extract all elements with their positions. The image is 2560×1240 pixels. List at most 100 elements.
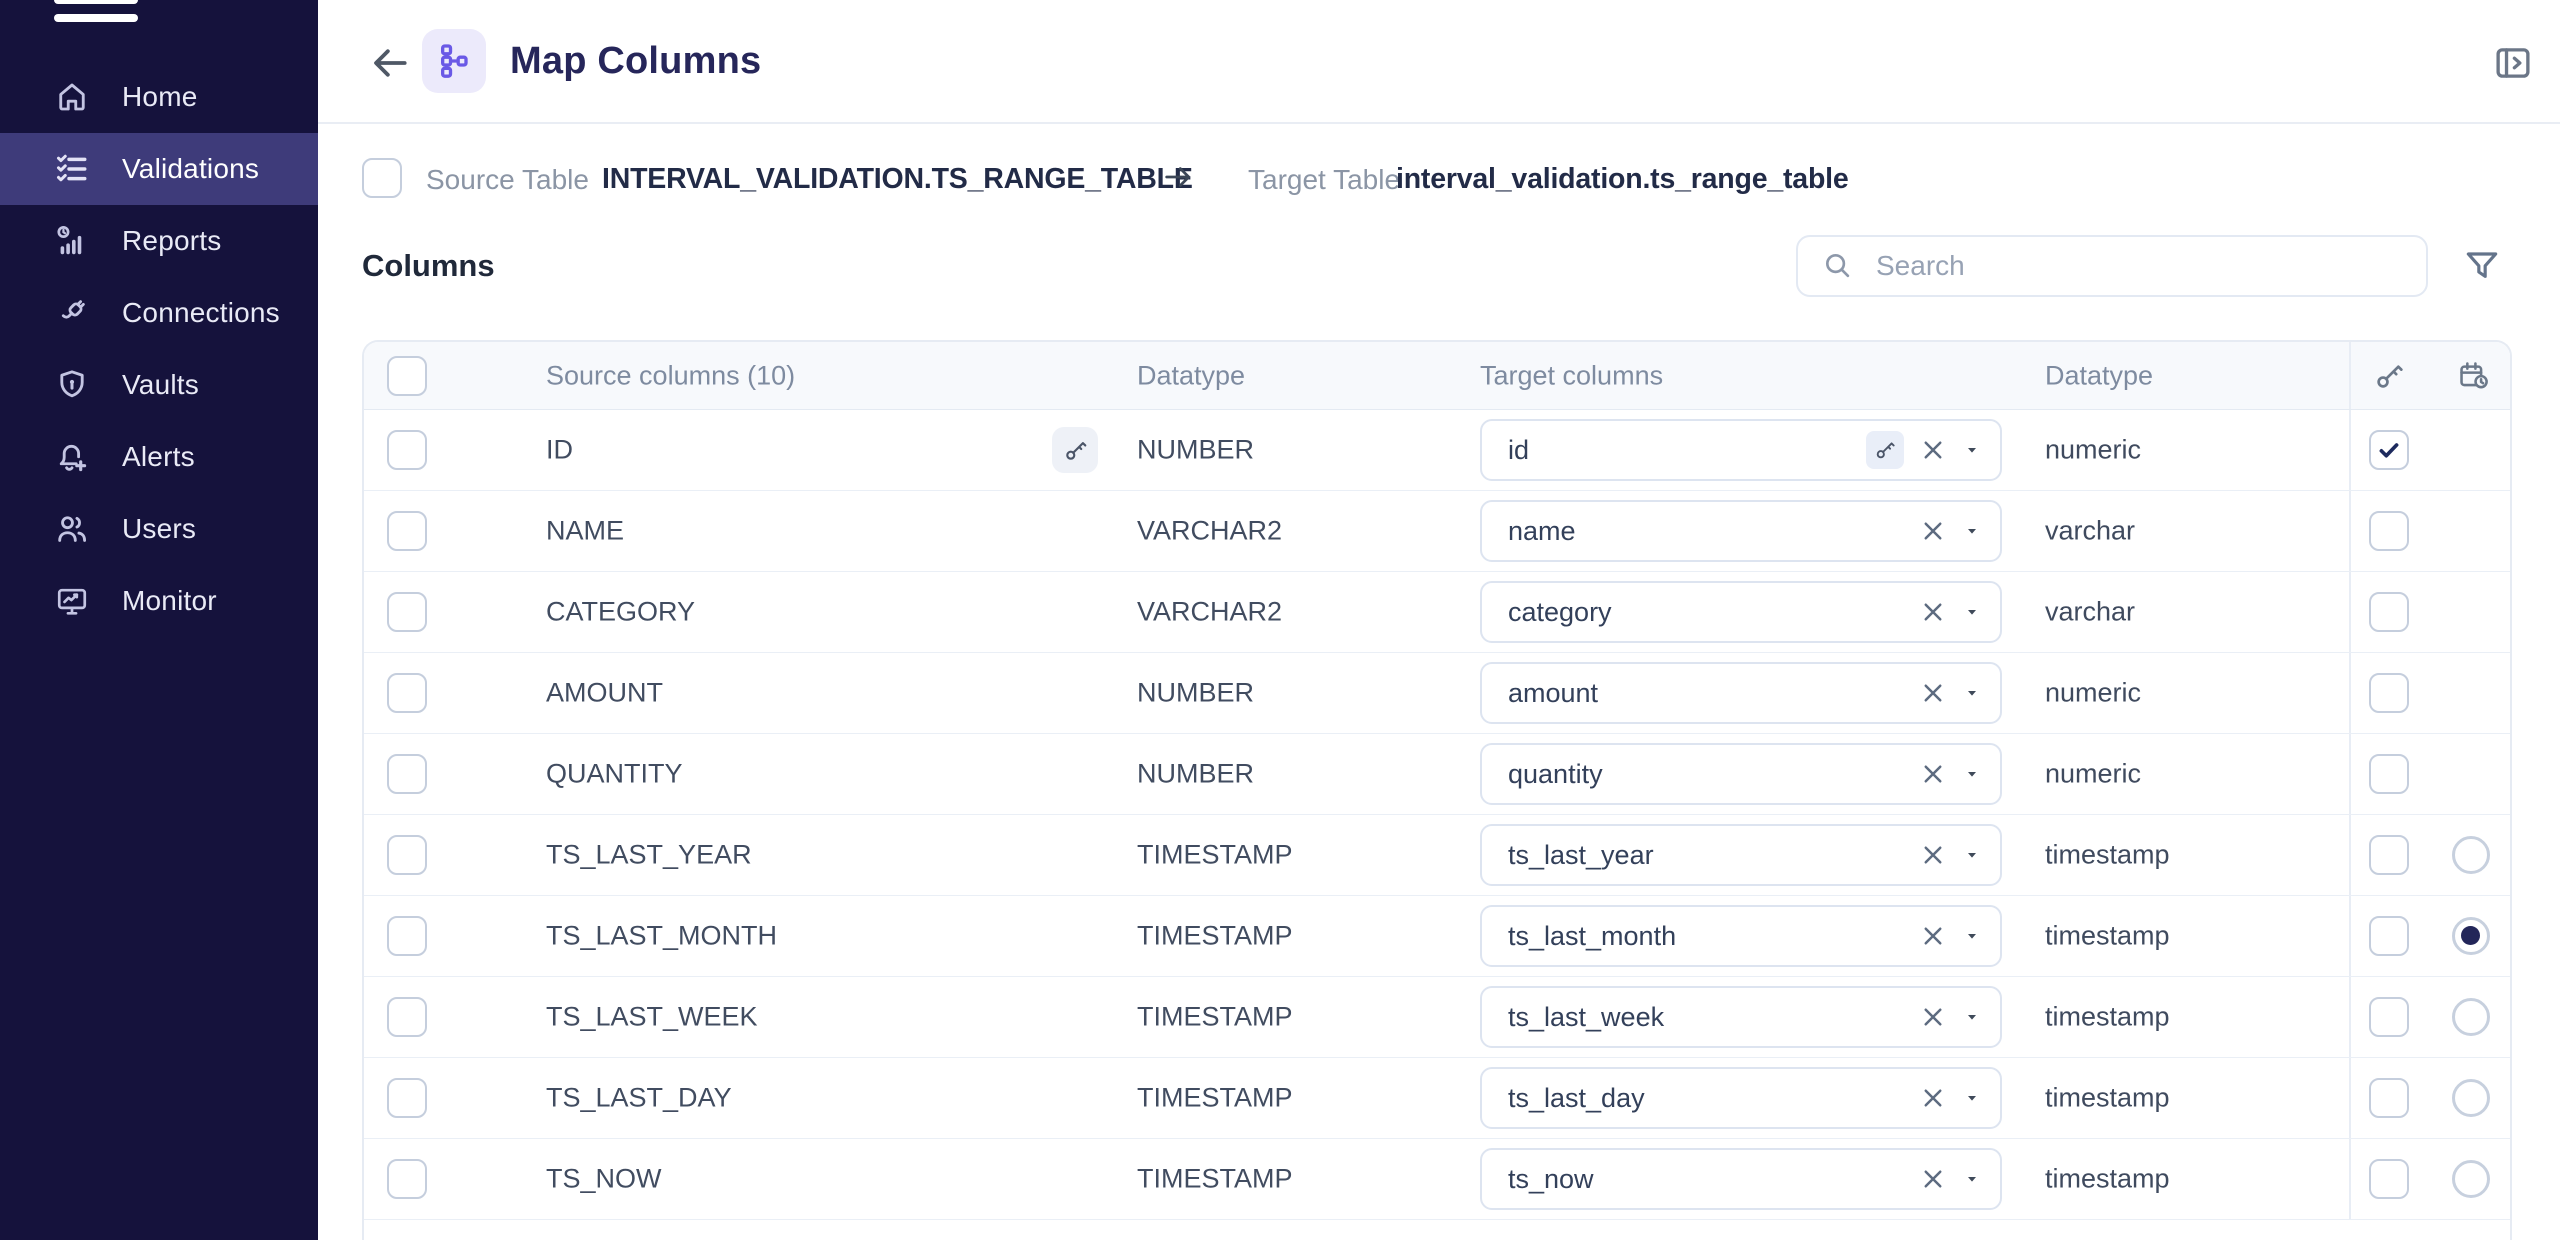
column-divider <box>2349 491 2351 571</box>
sidebar-item-label: Monitor <box>122 585 217 617</box>
key-checkbox[interactable] <box>2369 1159 2409 1199</box>
sidebar-item-users[interactable]: Users <box>0 493 318 565</box>
clear-icon[interactable] <box>1918 435 1948 465</box>
target-key-badge <box>1866 431 1904 469</box>
header-source-columns: Source columns (10) <box>546 360 795 391</box>
target-datatype: varchar <box>2045 516 2135 547</box>
target-column-select[interactable]: quantity <box>1480 743 2002 805</box>
mapping-checkbox[interactable] <box>362 158 402 198</box>
table-row: AMOUNT NUMBER amount numeric <box>364 653 2510 734</box>
target-column-select[interactable]: ts_now <box>1480 1148 2002 1210</box>
target-datatype: numeric <box>2045 678 2141 709</box>
sidebar-item-alerts[interactable]: Alerts <box>0 421 318 493</box>
search-input[interactable] <box>1876 250 2426 282</box>
caret-down-icon[interactable] <box>1964 442 1980 458</box>
sidebar-item-connections[interactable]: Connections <box>0 277 318 349</box>
clear-icon[interactable] <box>1918 678 1948 708</box>
key-checkbox[interactable] <box>2369 511 2409 551</box>
target-column-value: ts_now <box>1508 1164 1918 1195</box>
filter-icon[interactable] <box>2462 246 2502 286</box>
clear-icon[interactable] <box>1918 759 1948 789</box>
clear-icon[interactable] <box>1918 1164 1948 1194</box>
key-checkbox[interactable] <box>2369 835 2409 875</box>
target-column-select[interactable]: ts_last_year <box>1480 824 2002 886</box>
source-datatype: TIMESTAMP <box>1137 840 1293 871</box>
target-datatype: timestamp <box>2045 921 2170 952</box>
target-column-select[interactable]: ts_last_week <box>1480 986 2002 1048</box>
sidebar-item-label: Alerts <box>122 441 195 473</box>
key-checkbox[interactable] <box>2369 673 2409 713</box>
target-column-value: ts_last_year <box>1508 840 1918 871</box>
interval-radio[interactable] <box>2452 998 2490 1036</box>
source-datatype: TIMESTAMP <box>1137 921 1293 952</box>
column-divider <box>2349 1058 2351 1138</box>
row-checkbox[interactable] <box>387 430 427 470</box>
target-column-select[interactable]: category <box>1480 581 2002 643</box>
interval-radio[interactable] <box>2452 1079 2490 1117</box>
caret-down-icon[interactable] <box>1964 1009 1980 1025</box>
key-checkbox[interactable] <box>2369 997 2409 1037</box>
target-column-select[interactable]: id <box>1480 419 2002 481</box>
row-checkbox[interactable] <box>387 673 427 713</box>
row-checkbox[interactable] <box>387 835 427 875</box>
clear-icon[interactable] <box>1918 921 1948 951</box>
caret-down-icon[interactable] <box>1964 766 1980 782</box>
select-all-checkbox[interactable] <box>387 356 427 396</box>
clear-icon[interactable] <box>1918 597 1948 627</box>
interval-radio[interactable] <box>2452 917 2490 955</box>
calendar-clock-column-icon[interactable] <box>2457 359 2491 393</box>
column-divider <box>2349 977 2351 1057</box>
caret-down-icon[interactable] <box>1964 847 1980 863</box>
caret-down-icon[interactable] <box>1964 1090 1980 1106</box>
sidebar-item-label: Connections <box>122 297 280 329</box>
sidebar-item-validations[interactable]: Validations <box>0 133 318 205</box>
key-checkbox[interactable] <box>2369 916 2409 956</box>
key-checkbox[interactable] <box>2369 754 2409 794</box>
checklist-icon <box>54 151 90 187</box>
key-icon <box>1062 437 1089 464</box>
sidebar-item-home[interactable]: Home <box>0 61 318 133</box>
clear-icon[interactable] <box>1918 1002 1948 1032</box>
target-column-select[interactable]: amount <box>1480 662 2002 724</box>
key-checkbox[interactable] <box>2369 430 2409 470</box>
clear-icon[interactable] <box>1918 1083 1948 1113</box>
target-column-select[interactable]: ts_last_day <box>1480 1067 2002 1129</box>
sidebar-item-vaults[interactable]: Vaults <box>0 349 318 421</box>
sidebar: Home Validations Reports Connections Vau… <box>0 0 318 1240</box>
panel-right-icon[interactable] <box>2492 42 2534 84</box>
target-datatype: timestamp <box>2045 1083 2170 1114</box>
columns-table: Source columns (10) Datatype Target colu… <box>362 340 2512 1240</box>
row-checkbox[interactable] <box>387 511 427 551</box>
arrow-right-icon <box>1161 160 1195 194</box>
row-checkbox[interactable] <box>387 754 427 794</box>
sidebar-item-monitor[interactable]: Monitor <box>0 565 318 637</box>
target-column-value: ts_last_week <box>1508 1002 1918 1033</box>
clear-icon[interactable] <box>1918 840 1948 870</box>
hamburger-menu-icon[interactable] <box>54 0 138 32</box>
caret-down-icon[interactable] <box>1964 523 1980 539</box>
sidebar-item-reports[interactable]: Reports <box>0 205 318 277</box>
monitor-icon <box>54 583 90 619</box>
interval-radio[interactable] <box>2452 1160 2490 1198</box>
sidebar-item-label: Vaults <box>122 369 199 401</box>
caret-down-icon[interactable] <box>1964 928 1980 944</box>
row-checkbox[interactable] <box>387 592 427 632</box>
target-column-select[interactable]: name <box>1480 500 2002 562</box>
back-arrow-icon[interactable] <box>368 41 412 85</box>
key-checkbox[interactable] <box>2369 1078 2409 1118</box>
caret-down-icon[interactable] <box>1964 604 1980 620</box>
row-checkbox[interactable] <box>387 997 427 1037</box>
clear-icon[interactable] <box>1918 516 1948 546</box>
row-checkbox[interactable] <box>387 1078 427 1118</box>
row-checkbox[interactable] <box>387 916 427 956</box>
row-checkbox[interactable] <box>387 1159 427 1199</box>
target-column-select[interactable]: ts_last_month <box>1480 905 2002 967</box>
source-table-label: Source Table <box>426 164 589 196</box>
key-column-icon[interactable] <box>2372 359 2406 393</box>
target-datatype: timestamp <box>2045 1164 2170 1195</box>
caret-down-icon[interactable] <box>1964 1171 1980 1187</box>
caret-down-icon[interactable] <box>1964 685 1980 701</box>
target-table-label: Target Table <box>1248 164 1400 196</box>
key-checkbox[interactable] <box>2369 592 2409 632</box>
interval-radio[interactable] <box>2452 836 2490 874</box>
